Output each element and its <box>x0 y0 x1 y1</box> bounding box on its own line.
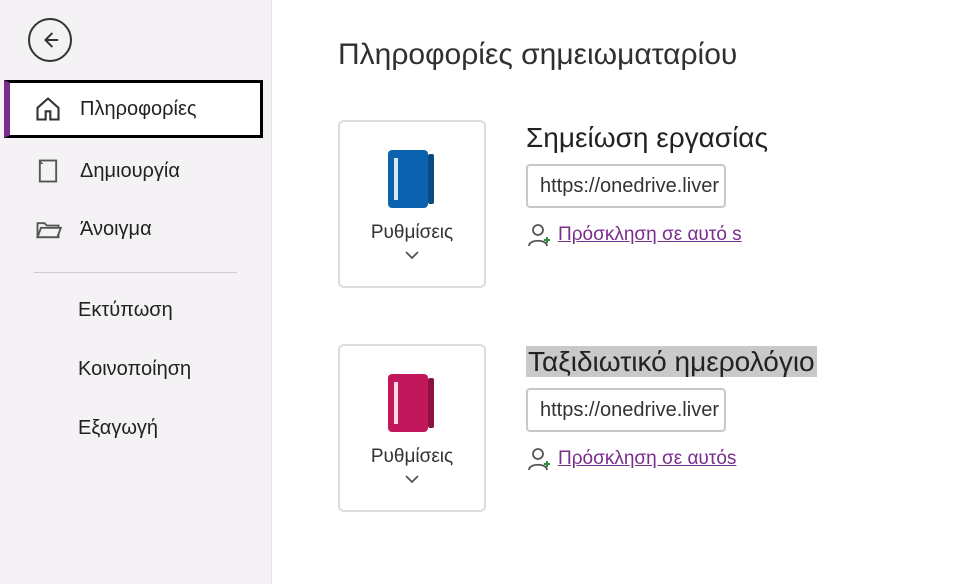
page-title: Πληροφορίες σημειωματαρίου <box>338 38 978 72</box>
main-content: Πληροφορίες σημειωματαρίου Ρυθμίσεις Σημ… <box>272 0 978 584</box>
nav-open-label: Άνοιγμα <box>80 218 152 241</box>
nav-print[interactable]: Εκτύπωση <box>0 281 271 340</box>
nav-share[interactable]: Κοινοποίηση <box>0 340 271 399</box>
chevron-down-icon <box>404 250 420 260</box>
invite-link[interactable]: Πρόσκληση σε αυτόs <box>558 448 736 470</box>
notebook-settings-button[interactable]: Ρυθμίσεις <box>338 120 486 288</box>
settings-label: Ρυθμίσεις <box>371 446 453 468</box>
nav-info[interactable]: Πληροφορίες <box>4 80 263 138</box>
page-icon <box>34 157 62 185</box>
invite-link[interactable]: Πρόσκληση σε αυτό s <box>558 224 742 246</box>
nav-info-label: Πληροφορίες <box>80 98 197 121</box>
notebook-info: Ταξιδιωτικό ημερολόγιο https://onedrive.… <box>526 344 978 472</box>
nav-open[interactable]: Άνοιγμα <box>0 200 271 258</box>
back-button[interactable] <box>28 18 72 62</box>
settings-label: Ρυθμίσεις <box>371 222 453 244</box>
nav-new-label: Δημιουργία <box>80 160 180 183</box>
notebook-url-field[interactable]: https://onedrive.liver <box>526 164 726 208</box>
notebook-icon <box>386 372 438 434</box>
nav-new[interactable]: Δημιουργία <box>0 142 271 200</box>
notebook-url-field[interactable]: https://onedrive.liver <box>526 388 726 432</box>
backstage-sidebar: Πληροφορίες Δημιουργία Άνοιγμα Εκτύπωση … <box>0 0 272 584</box>
sidebar-divider <box>34 272 237 273</box>
person-add-icon <box>526 222 552 248</box>
invite-row: Πρόσκληση σε αυτόs <box>526 446 978 472</box>
invite-row: Πρόσκληση σε αυτό s <box>526 222 978 248</box>
notebook-info: Σημείωση εργασίας https://onedrive.liver… <box>526 120 978 248</box>
notebook-title: Σημείωση εργασίας <box>526 122 978 154</box>
notebook-settings-button[interactable]: Ρυθμίσεις <box>338 344 486 512</box>
notebook-row: Ρυθμίσεις Ταξιδιωτικό ημερολόγιο https:/… <box>338 344 978 512</box>
folder-open-icon <box>34 215 62 243</box>
nav-export[interactable]: Εξαγωγή <box>0 399 271 458</box>
notebook-row: Ρυθμίσεις Σημείωση εργασίας https://oned… <box>338 120 978 288</box>
notebook-icon <box>386 148 438 210</box>
home-icon <box>34 95 62 123</box>
back-arrow-icon <box>39 29 61 51</box>
notebook-title: Ταξιδιωτικό ημερολόγιο <box>526 346 817 377</box>
chevron-down-icon <box>404 474 420 484</box>
person-add-icon <box>526 446 552 472</box>
